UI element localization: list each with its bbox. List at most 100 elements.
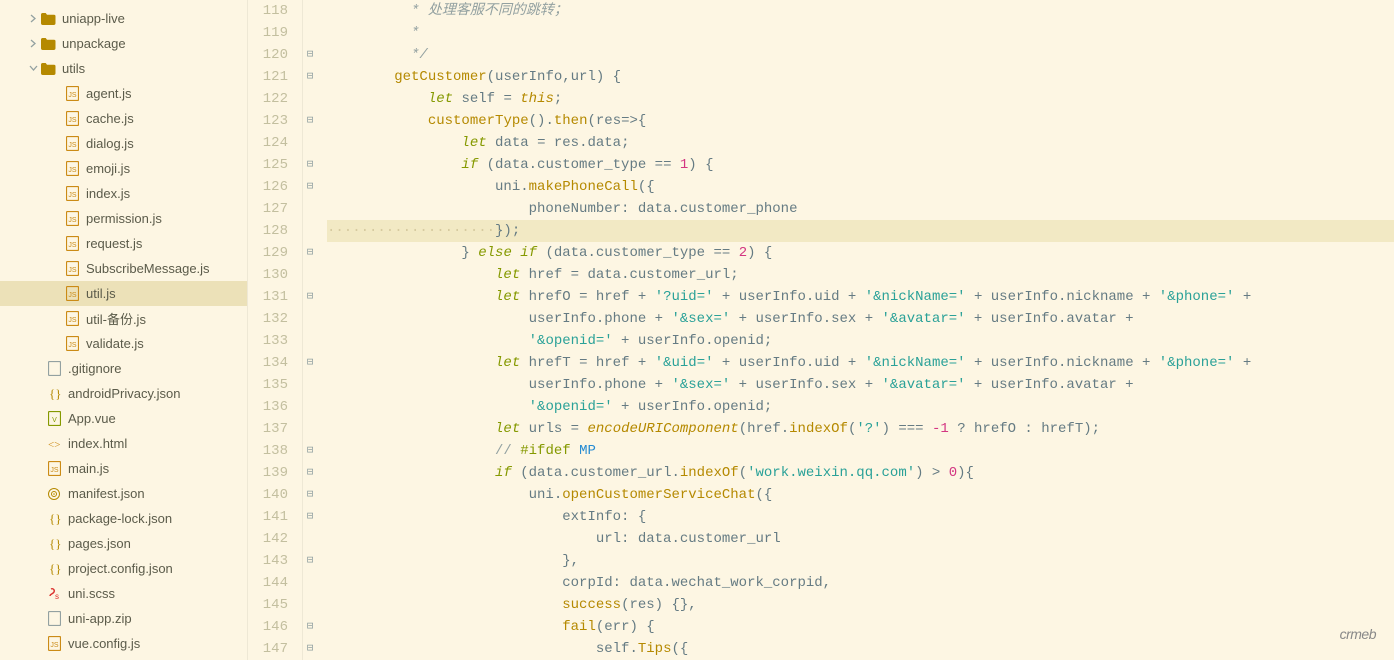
js-icon: JS bbox=[64, 336, 80, 351]
folder-row-uniapp-live[interactable]: uniapp-live bbox=[0, 6, 247, 31]
fold-marker[interactable]: ⊟ bbox=[303, 286, 317, 308]
code-line[interactable]: '&openid=' + userInfo.openid; bbox=[327, 330, 1394, 352]
file-row-util-js[interactable]: JSutil.js bbox=[0, 281, 247, 306]
folder-row-utils[interactable]: utils bbox=[0, 56, 247, 81]
file-row-vue-config-js[interactable]: JSvue.config.js bbox=[0, 631, 247, 656]
line-number: 135 bbox=[248, 374, 288, 396]
expand-arrow-icon[interactable] bbox=[26, 61, 40, 76]
file-row-emoji-js[interactable]: JSemoji.js bbox=[0, 156, 247, 181]
file-row-index-js[interactable]: JSindex.js bbox=[0, 181, 247, 206]
code-line[interactable]: }, bbox=[327, 550, 1394, 572]
code-content[interactable]: * 处理客服不同的跳转； * */ getCustomer(userInfo,u… bbox=[317, 0, 1394, 660]
line-number: 136 bbox=[248, 396, 288, 418]
tree-item-label: agent.js bbox=[86, 86, 132, 101]
line-number: 128 bbox=[248, 220, 288, 242]
file-row-dialog-js[interactable]: JSdialog.js bbox=[0, 131, 247, 156]
code-line[interactable]: } else if (data.customer_type == 2) { bbox=[327, 242, 1394, 264]
file-row-util----js[interactable]: JSutil-备份.js bbox=[0, 306, 247, 331]
file-explorer-sidebar[interactable]: uniapp-liveunpackageutils JS agent.js JS cac… bbox=[0, 0, 248, 660]
code-line[interactable]: let href = data.customer_url; bbox=[327, 264, 1394, 286]
svg-text:JS: JS bbox=[68, 267, 77, 274]
fold-marker[interactable]: ⊟ bbox=[303, 616, 317, 638]
svg-text:{}: {} bbox=[49, 386, 61, 401]
file-row-SubscribeMessage-js[interactable]: JSSubscribeMessage.js bbox=[0, 256, 247, 281]
folder-row-unpackage[interactable]: unpackage bbox=[0, 31, 247, 56]
fold-marker[interactable]: ⊟ bbox=[303, 550, 317, 572]
fold-marker[interactable]: ⊟ bbox=[303, 176, 317, 198]
file-row-cache-js[interactable]: JS cache.js bbox=[0, 106, 247, 131]
code-line[interactable]: * 处理客服不同的跳转； bbox=[327, 0, 1394, 22]
code-line[interactable]: * bbox=[327, 22, 1394, 44]
line-number: 133 bbox=[248, 330, 288, 352]
fold-marker[interactable]: ⊟ bbox=[303, 484, 317, 506]
svg-text:JS: JS bbox=[68, 217, 77, 224]
code-line[interactable]: ····················· }); bbox=[327, 220, 1394, 242]
tree-item-label: cache.js bbox=[86, 111, 134, 126]
file-row-package-lock-json[interactable]: {}package-lock.json bbox=[0, 506, 247, 531]
fold-marker[interactable]: ⊟ bbox=[303, 44, 317, 66]
expand-arrow-icon[interactable] bbox=[26, 36, 40, 51]
file-row-manifest-json[interactable]: manifest.json bbox=[0, 481, 247, 506]
code-line[interactable]: '&openid=' + userInfo.openid; bbox=[327, 396, 1394, 418]
code-line[interactable]: let self = this; bbox=[327, 88, 1394, 110]
file-row--gitignore[interactable]: .gitignore bbox=[0, 356, 247, 381]
svg-text:JS: JS bbox=[68, 117, 77, 124]
fold-marker[interactable]: ⊟ bbox=[303, 242, 317, 264]
file-icon bbox=[46, 611, 62, 626]
code-line[interactable]: if (data.customer_type == 1) { bbox=[327, 154, 1394, 176]
code-line[interactable]: userInfo.phone + '&sex=' + userInfo.sex … bbox=[327, 374, 1394, 396]
expand-arrow-icon[interactable] bbox=[26, 11, 40, 26]
code-line[interactable]: extInfo: { bbox=[327, 506, 1394, 528]
file-row-uni-scss[interactable]: suni.scss bbox=[0, 581, 247, 606]
fold-column[interactable]: ⊟⊟⊟⊟⊟⊟⊟⊟⊟⊟⊟⊟⊟⊟⊟ bbox=[303, 0, 317, 660]
file-row-validate-js[interactable]: JS validate.js bbox=[0, 331, 247, 356]
file-row-index-html[interactable]: <>index.html bbox=[0, 431, 247, 456]
code-editor[interactable]: 1181191201211221231241251261271281291301… bbox=[248, 0, 1394, 660]
svg-text:JS: JS bbox=[68, 92, 77, 99]
file-row-project-config-json[interactable]: {}project.config.json bbox=[0, 556, 247, 581]
file-row-agent-js[interactable]: JS agent.js bbox=[0, 81, 247, 106]
code-line[interactable]: if (data.customer_url.indexOf('work.weix… bbox=[327, 462, 1394, 484]
file-row-request-js[interactable]: JSrequest.js bbox=[0, 231, 247, 256]
line-number: 127 bbox=[248, 198, 288, 220]
code-line[interactable]: corpId: data.wechat_work_corpid, bbox=[327, 572, 1394, 594]
tree-item-label: index.js bbox=[86, 186, 130, 201]
code-line[interactable]: uni.makePhoneCall({ bbox=[327, 176, 1394, 198]
file-row-uni-app-zip[interactable]: uni-app.zip bbox=[0, 606, 247, 631]
code-line[interactable]: let hrefO = href + '?uid=' + userInfo.ui… bbox=[327, 286, 1394, 308]
code-line[interactable]: phoneNumber: data.customer_phone bbox=[327, 198, 1394, 220]
fold-marker[interactable]: ⊟ bbox=[303, 440, 317, 462]
fold-marker[interactable]: ⊟ bbox=[303, 352, 317, 374]
folder-icon bbox=[40, 38, 56, 50]
code-line[interactable]: success(res) {}, bbox=[327, 594, 1394, 616]
fold-marker[interactable]: ⊟ bbox=[303, 638, 317, 660]
fold-marker bbox=[303, 594, 317, 616]
fold-marker[interactable]: ⊟ bbox=[303, 462, 317, 484]
fold-marker bbox=[303, 528, 317, 550]
code-line[interactable]: customerType().then(res=>{ bbox=[327, 110, 1394, 132]
code-line[interactable]: let hrefT = href + '&uid=' + userInfo.ui… bbox=[327, 352, 1394, 374]
file-row-androidPrivacy-json[interactable]: {}androidPrivacy.json bbox=[0, 381, 247, 406]
code-line[interactable]: let data = res.data; bbox=[327, 132, 1394, 154]
code-line[interactable]: self.Tips({ bbox=[327, 638, 1394, 660]
code-line[interactable]: uni.openCustomerServiceChat({ bbox=[327, 484, 1394, 506]
line-number: 129 bbox=[248, 242, 288, 264]
fold-marker[interactable]: ⊟ bbox=[303, 66, 317, 88]
fold-marker[interactable]: ⊟ bbox=[303, 154, 317, 176]
code-line[interactable]: fail(err) { bbox=[327, 616, 1394, 638]
fold-marker[interactable]: ⊟ bbox=[303, 506, 317, 528]
line-number: 145 bbox=[248, 594, 288, 616]
code-line[interactable]: userInfo.phone + '&sex=' + userInfo.sex … bbox=[327, 308, 1394, 330]
code-line[interactable]: let urls = encodeURIComponent(href.index… bbox=[327, 418, 1394, 440]
code-line[interactable]: getCustomer(userInfo,url) { bbox=[327, 66, 1394, 88]
code-line[interactable]: url: data.customer_url bbox=[327, 528, 1394, 550]
file-row-pages-json[interactable]: {}pages.json bbox=[0, 531, 247, 556]
tree-item-label: validate.js bbox=[86, 336, 144, 351]
code-line[interactable]: */ bbox=[327, 44, 1394, 66]
tree-item-label: project.config.json bbox=[68, 561, 173, 576]
code-line[interactable]: // #ifdef MP bbox=[327, 440, 1394, 462]
file-row-permission-js[interactable]: JSpermission.js bbox=[0, 206, 247, 231]
file-row-App-vue[interactable]: VApp.vue bbox=[0, 406, 247, 431]
fold-marker[interactable]: ⊟ bbox=[303, 110, 317, 132]
file-row-main-js[interactable]: JSmain.js bbox=[0, 456, 247, 481]
